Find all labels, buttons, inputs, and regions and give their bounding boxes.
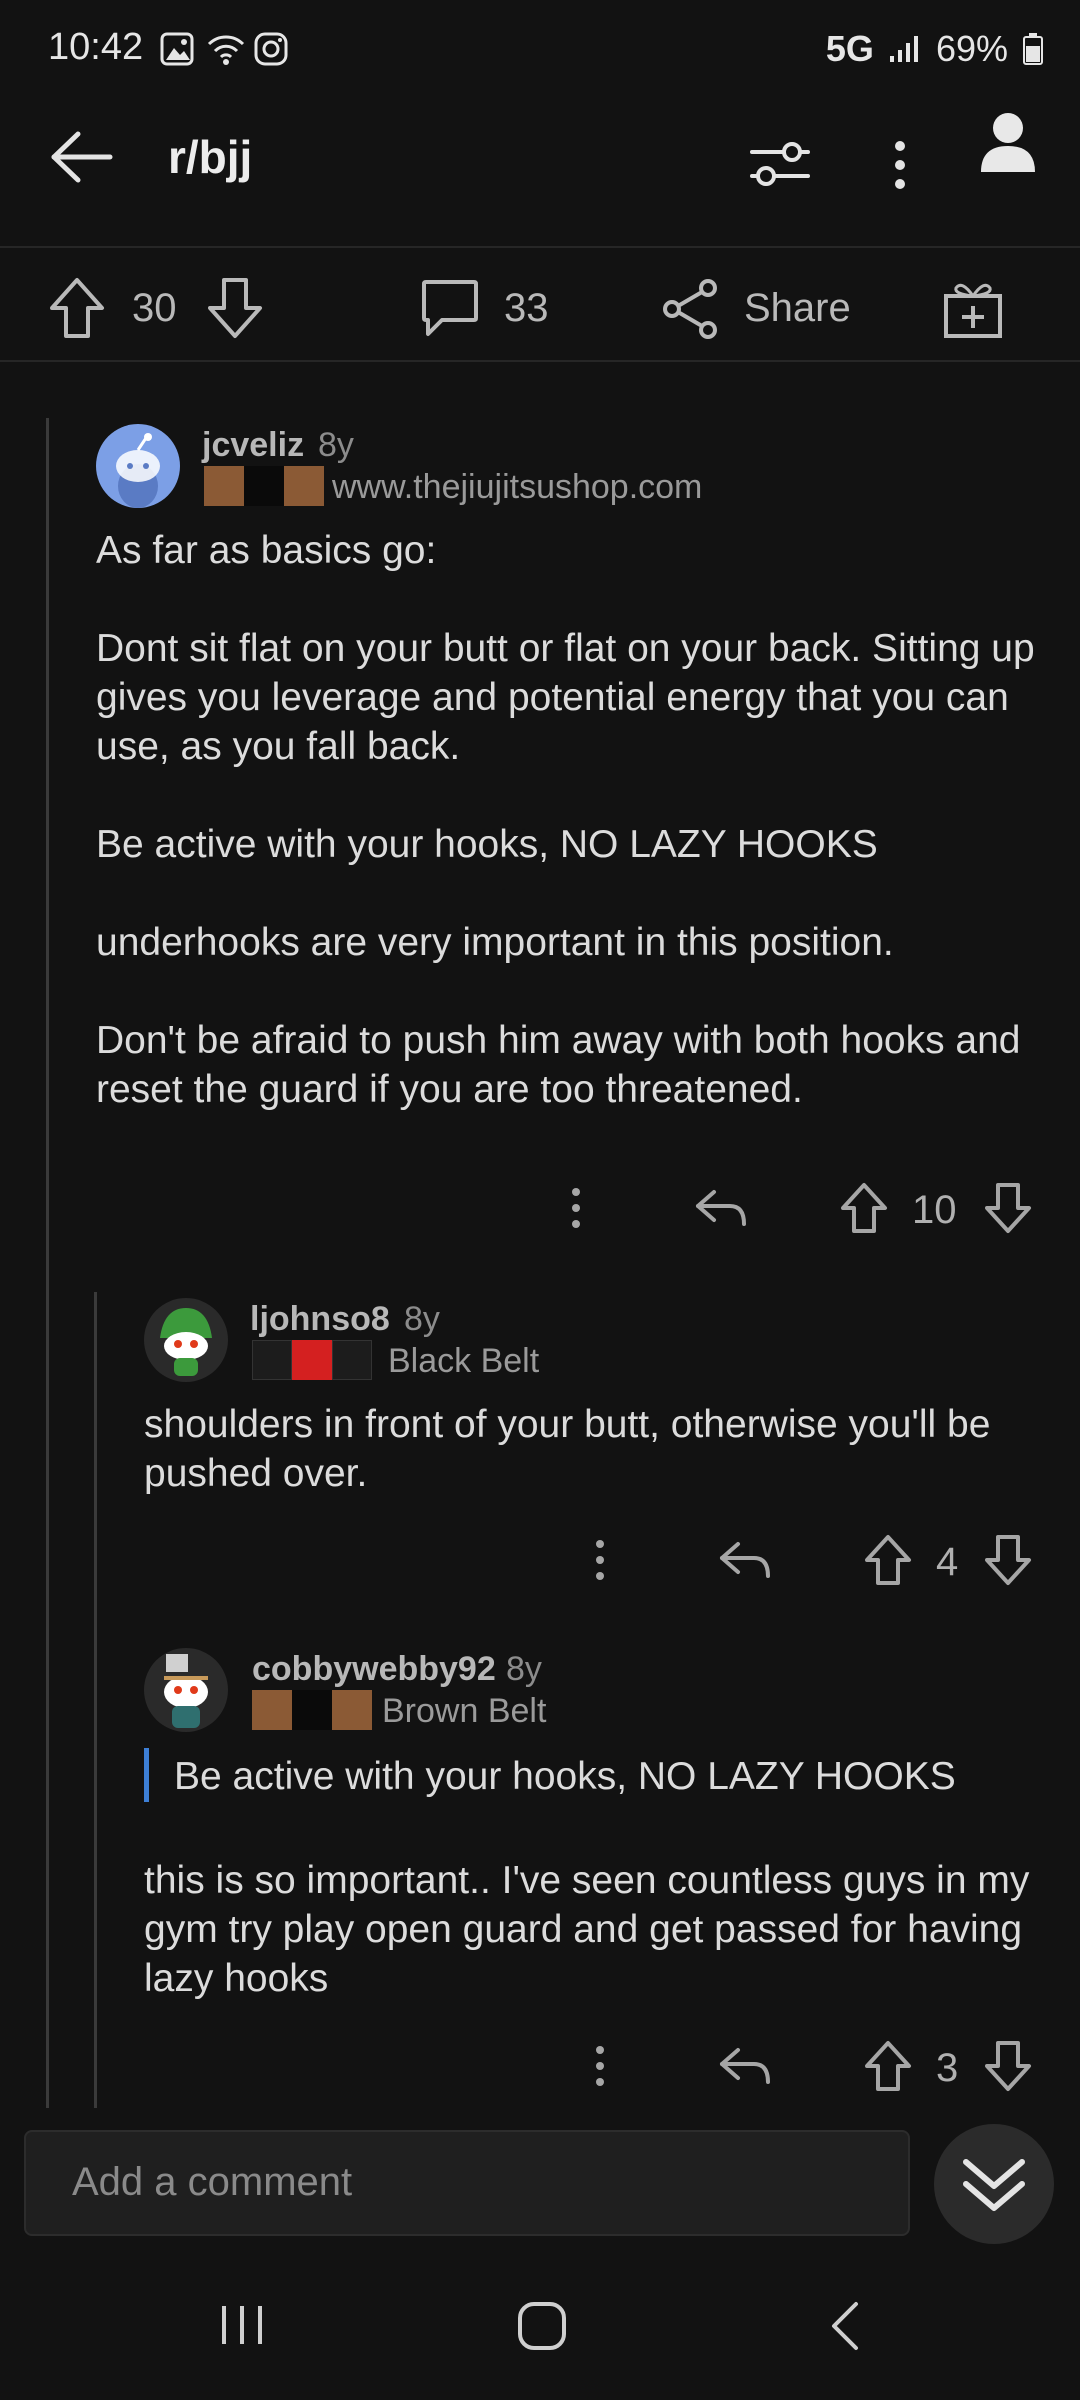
thread-line-level-1[interactable]	[46, 418, 49, 2108]
comment-more-icon[interactable]	[586, 1536, 614, 1584]
post-upvote-icon[interactable]	[48, 276, 106, 340]
battery-percent: 69%	[935, 28, 1008, 69]
comment-flair: Black Belt	[388, 1342, 540, 1380]
avatar[interactable]	[96, 424, 180, 508]
avatar[interactable]	[144, 1648, 228, 1732]
avatar[interactable]	[144, 1298, 228, 1382]
award-gift-icon[interactable]	[942, 278, 1004, 340]
flair-belt-badge	[204, 466, 324, 506]
comment-downvote-icon[interactable]	[984, 2040, 1032, 2092]
comment-username[interactable]: cobbywebby92	[252, 1650, 496, 1689]
share-button[interactable]: Share	[744, 286, 851, 331]
comment-downvote-icon[interactable]	[984, 1182, 1032, 1234]
post-downvote-icon[interactable]	[206, 276, 264, 340]
post-upvote-count: 30	[132, 286, 177, 330]
status-right-group: 5G 69%	[826, 28, 1044, 70]
battery-icon	[1022, 32, 1044, 66]
signal-icon	[888, 34, 922, 64]
back-arrow-icon[interactable]	[48, 130, 114, 184]
comment-age: 8y	[506, 1650, 542, 1688]
comment-upvote-icon[interactable]	[840, 1182, 888, 1234]
app-header	[0, 100, 1080, 248]
subreddit-title[interactable]: r/bjj	[168, 130, 252, 184]
comment-quote: Be active with your hooks, NO LAZY HOOKS	[174, 1755, 956, 1798]
comment-age: 8y	[318, 426, 354, 464]
comment-more-icon[interactable]	[586, 2042, 614, 2090]
double-chevron-down-icon	[963, 2159, 1025, 2211]
comment-flair: www.thejiujitsushop.com	[332, 468, 703, 506]
reply-icon[interactable]	[694, 1186, 748, 1230]
gallery-notification-icon	[160, 32, 194, 66]
more-options-icon[interactable]	[886, 138, 914, 192]
post-comment-count[interactable]: 33	[504, 286, 549, 331]
flair-belt-badge	[252, 1340, 372, 1380]
status-bar: 10:42 5G 69%	[0, 0, 1080, 100]
wifi-icon	[206, 32, 246, 66]
add-comment-placeholder[interactable]: Add a comment	[72, 2160, 352, 2205]
flair-belt-badge	[252, 1690, 372, 1730]
profile-icon[interactable]	[978, 110, 1038, 174]
home-icon[interactable]	[516, 2300, 568, 2352]
share-icon[interactable]	[660, 278, 722, 340]
system-back-icon[interactable]	[826, 2300, 866, 2352]
comment-score: 10	[912, 1188, 957, 1232]
network-label: 5G	[825, 28, 874, 69]
blockquote-bar	[144, 1748, 149, 1802]
reply-icon[interactable]	[718, 2044, 772, 2088]
thread-line-level-2[interactable]	[94, 1292, 97, 2108]
comment-flair: Brown Belt	[382, 1692, 547, 1730]
status-time: 10:42	[48, 26, 144, 68]
comment-body: shoulders in front of your butt, otherwi…	[144, 1403, 991, 1495]
reply-icon[interactable]	[718, 1538, 772, 1582]
next-comment-button[interactable]	[934, 2124, 1054, 2244]
comment-username[interactable]: jcveliz	[202, 426, 304, 465]
comment-upvote-icon[interactable]	[864, 1534, 912, 1586]
comment-username[interactable]: ljohnso8	[250, 1300, 390, 1339]
comment-more-icon[interactable]	[562, 1184, 590, 1232]
filter-sort-icon[interactable]	[748, 134, 812, 192]
instagram-notification-icon	[254, 32, 288, 66]
comment-body: this is so important.. I've seen countle…	[144, 1859, 1030, 2000]
comment-age: 8y	[404, 1300, 440, 1338]
comment-score: 4	[936, 1540, 959, 1584]
comment-bubble-icon[interactable]	[420, 278, 480, 340]
comment-score: 3	[936, 2046, 959, 2090]
comment-body: As far as basics go: Dont sit flat on yo…	[96, 529, 1035, 1111]
comment-downvote-icon[interactable]	[984, 1534, 1032, 1586]
comment-upvote-icon[interactable]	[864, 2040, 912, 2092]
recent-apps-icon[interactable]	[216, 2300, 268, 2350]
